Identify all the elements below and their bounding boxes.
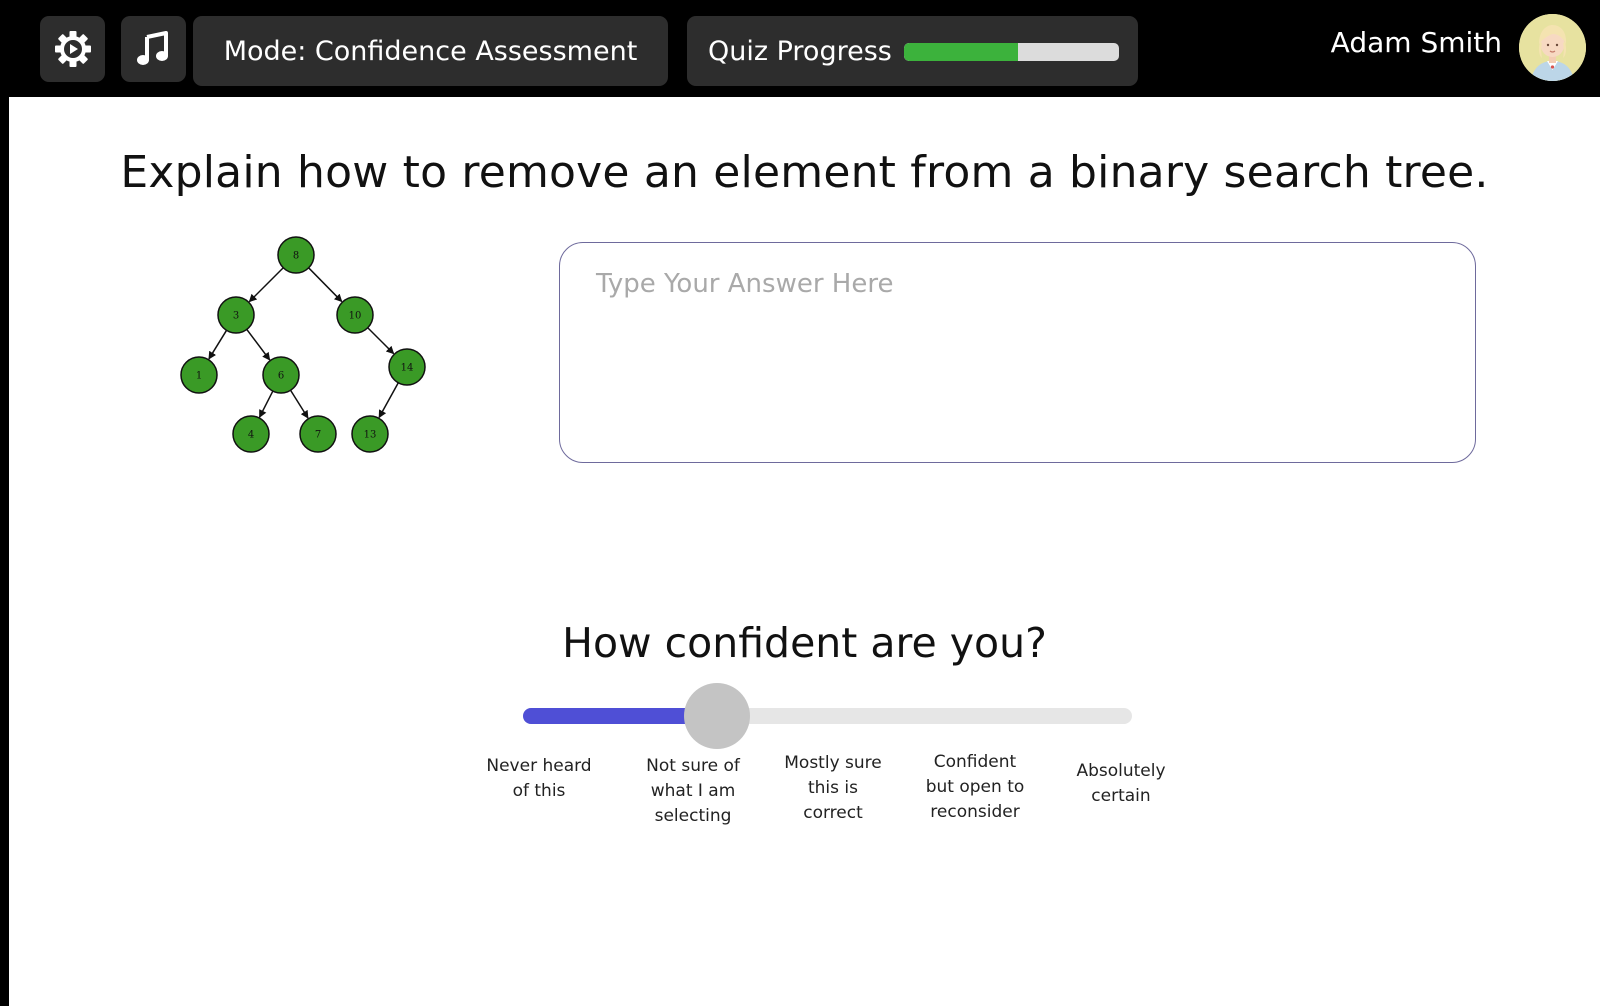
tree-node-label: 14 — [401, 363, 414, 374]
top-bar: Mode: Confidence Assessment Quiz Progres… — [0, 0, 1600, 97]
tree-edge-14-13 — [378, 382, 399, 419]
confidence-level-label[interactable]: Not sure of what I am selecting — [638, 754, 748, 829]
tree-edge-6-4 — [258, 390, 274, 418]
tree-node-4: 4 — [232, 415, 270, 453]
confidence-slider[interactable] — [523, 683, 1132, 749]
music-button[interactable] — [121, 16, 186, 82]
tree-node-label: 8 — [293, 251, 299, 262]
quiz-progress-bar — [904, 43, 1119, 61]
quiz-progress-label: Quiz Progress — [708, 35, 892, 67]
tree-node-1: 1 — [180, 356, 218, 394]
confidence-level-label[interactable]: Mostly sure this is correct — [778, 751, 888, 826]
confidence-level-label[interactable]: Never heard of this — [484, 754, 594, 804]
tree-node-label: 7 — [315, 430, 321, 441]
tree-node-13: 13 — [351, 415, 389, 453]
question-text: Explain how to remove an element from a … — [120, 147, 1489, 198]
answer-input[interactable] — [559, 242, 1476, 463]
tree-node-label: 4 — [248, 430, 254, 441]
tree-node-14: 14 — [388, 348, 426, 386]
confidence-slider-thumb[interactable] — [684, 683, 750, 749]
tree-node-label: 10 — [349, 311, 362, 322]
tree-node-label: 1 — [196, 371, 202, 382]
tree-node-7: 7 — [299, 415, 337, 453]
quiz-progress-fill — [904, 43, 1018, 61]
tree-node-label: 6 — [278, 371, 284, 382]
mode-label: Mode: Confidence Assessment — [223, 35, 638, 67]
tree-edge-10-14 — [367, 327, 395, 355]
quiz-progress: Quiz Progress — [687, 16, 1138, 86]
tree-node-6: 6 — [262, 356, 300, 394]
quiz-panel: Explain how to remove an element from a … — [9, 97, 1600, 1006]
tree-edge-8-10 — [308, 267, 343, 303]
tree-edge-3-1 — [208, 329, 228, 360]
tree-node-10: 10 — [336, 296, 374, 334]
confidence-level-label[interactable]: Absolutely certain — [1066, 759, 1176, 809]
tree-node-8: 8 — [277, 236, 315, 274]
tree-edge-8-3 — [248, 267, 284, 303]
mode-indicator: Mode: Confidence Assessment — [193, 16, 668, 86]
confidence-level-label[interactable]: Confident but open to reconsider — [920, 750, 1030, 825]
tree-node-label: 3 — [233, 311, 239, 322]
tree-node-label: 13 — [364, 430, 377, 441]
tree-node-3: 3 — [217, 296, 255, 334]
confidence-title: How confident are you? — [562, 619, 1047, 667]
avatar[interactable] — [1519, 14, 1586, 81]
binary-search-tree-diagram: 8 3 10 1 6 14 4 7 13 — [180, 236, 426, 453]
tree-edge-3-6 — [246, 328, 271, 361]
music-note-icon — [134, 29, 174, 69]
settings-button[interactable] — [40, 16, 105, 82]
tree-edge-6-7 — [289, 389, 309, 419]
gear-icon — [53, 29, 93, 69]
user-name[interactable]: Adam Smith — [1331, 26, 1502, 59]
